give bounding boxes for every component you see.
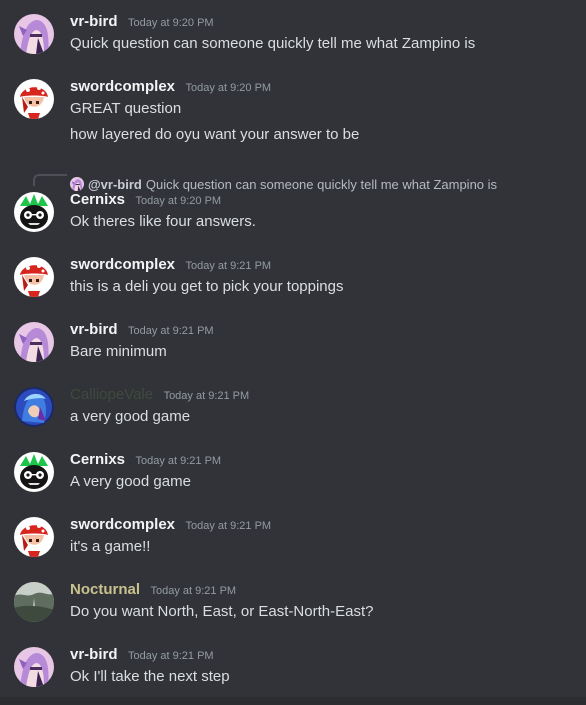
message-text: how layered do oyu want your answer to b… xyxy=(70,126,360,143)
swordcomplex-avatar-icon[interactable] xyxy=(14,257,54,297)
message-text: Ok theres like four answers. xyxy=(70,213,256,230)
timestamp: Today at 9:21 PM xyxy=(150,585,237,597)
reply-connector xyxy=(33,174,67,186)
message-text: Bare minimum xyxy=(70,343,167,360)
username[interactable]: swordcomplex xyxy=(70,516,175,533)
timestamp: Today at 9:21 PM xyxy=(127,650,214,662)
username[interactable]: Cernixs xyxy=(70,191,125,208)
swordcomplex-avatar-icon[interactable] xyxy=(14,517,54,557)
chat-message-list: vr-bird Today at 9:20 PM Quick question … xyxy=(0,0,586,705)
message-text: Ok I'll take the next step xyxy=(70,668,230,685)
calliopevale-avatar-icon[interactable] xyxy=(14,387,54,427)
timestamp: Today at 9:21 PM xyxy=(127,325,214,337)
timestamp: Today at 9:20 PM xyxy=(127,17,214,29)
username[interactable]: vr-bird xyxy=(70,13,118,30)
username[interactable]: CalliopeVale xyxy=(70,386,153,403)
timestamp: Today at 9:21 PM xyxy=(163,390,250,402)
message-header: swordcomplex Today at 9:21 PM xyxy=(70,255,271,276)
username[interactable]: swordcomplex xyxy=(70,256,175,273)
username[interactable]: swordcomplex xyxy=(70,78,175,95)
message-header: vr-bird Today at 9:21 PM xyxy=(70,645,214,666)
vr-bird-avatar-icon[interactable] xyxy=(14,322,54,362)
message-text: Do you want North, East, or East-North-E… xyxy=(70,603,374,620)
message-header: Cernixs Today at 9:20 PM xyxy=(70,190,221,211)
message-header: vr-bird Today at 9:21 PM xyxy=(70,320,214,341)
username[interactable]: Cernixs xyxy=(70,451,125,468)
message-text: this is a deli you get to pick your topp… xyxy=(70,278,344,295)
message-text: A very good game xyxy=(70,473,191,490)
message-header: swordcomplex Today at 9:20 PM xyxy=(70,77,271,98)
message-text: it's a game!! xyxy=(70,538,151,555)
vr-bird-avatar-icon xyxy=(70,177,84,191)
message-text: Quick question can someone quickly tell … xyxy=(70,35,476,52)
message-header: swordcomplex Today at 9:21 PM xyxy=(70,515,271,536)
message-text: a very good game xyxy=(70,408,191,425)
username[interactable]: vr-bird xyxy=(70,321,118,338)
username[interactable]: vr-bird xyxy=(70,646,118,663)
message-header: Nocturnal Today at 9:21 PM xyxy=(70,580,236,601)
composer-edge xyxy=(0,697,586,705)
message-text: GREAT question xyxy=(70,100,182,117)
cernixs-avatar-icon[interactable] xyxy=(14,452,54,492)
message-header: Cernixs Today at 9:21 PM xyxy=(70,450,221,471)
timestamp: Today at 9:20 PM xyxy=(185,82,272,94)
message-header: vr-bird Today at 9:20 PM xyxy=(70,12,214,33)
timestamp: Today at 9:21 PM xyxy=(135,455,222,467)
vr-bird-avatar-icon[interactable] xyxy=(14,14,54,54)
message-header: CalliopeVale Today at 9:21 PM xyxy=(70,385,249,406)
cernixs-avatar-icon[interactable] xyxy=(14,192,54,232)
nocturnal-avatar-icon[interactable] xyxy=(14,582,54,622)
timestamp: Today at 9:20 PM xyxy=(135,195,222,207)
timestamp: Today at 9:21 PM xyxy=(185,520,272,532)
username[interactable]: Nocturnal xyxy=(70,581,140,598)
timestamp: Today at 9:21 PM xyxy=(185,260,272,272)
vr-bird-avatar-icon[interactable] xyxy=(14,647,54,687)
swordcomplex-avatar-icon[interactable] xyxy=(14,79,54,119)
